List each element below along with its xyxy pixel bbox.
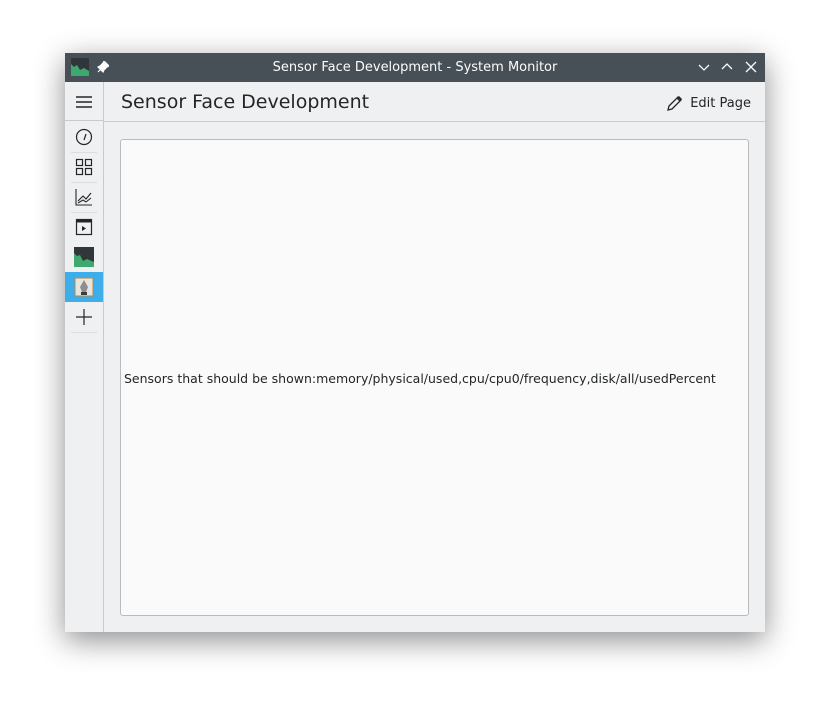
sensors-message: Sensors that should be shown:memory/phys… (124, 371, 716, 386)
gauge-icon (75, 128, 93, 146)
line-chart-icon (75, 189, 92, 206)
sidebar-item-applications[interactable] (65, 152, 103, 182)
grid-icon (75, 158, 93, 176)
sensor-face-card: Sensors that should be shown:memory/phys… (120, 139, 749, 616)
edit-page-button[interactable]: Edit Page (666, 94, 751, 112)
menu-icon (76, 96, 92, 108)
pen-document-icon (74, 277, 94, 297)
close-button[interactable] (742, 58, 760, 76)
minimize-button[interactable] (695, 58, 713, 76)
maximize-button[interactable] (718, 58, 736, 76)
sidebar-item-sensor-face-development[interactable] (65, 272, 103, 302)
edit-page-label: Edit Page (690, 95, 751, 111)
sidebar-item-processes[interactable] (65, 212, 103, 242)
pencil-icon (667, 96, 683, 111)
app-window: Sensor Face Development - System Monitor… (65, 53, 765, 632)
application-window-icon (75, 218, 93, 236)
divider (65, 120, 103, 121)
sidebar-item-system-monitor[interactable] (65, 242, 103, 272)
add-page-button[interactable] (65, 302, 103, 332)
title-bar[interactable]: Sensor Face Development - System Monitor (65, 53, 765, 82)
window-title: Sensor Face Development - System Monitor (272, 60, 558, 75)
add-icon (76, 309, 92, 325)
sidebar-item-history[interactable] (65, 182, 103, 212)
sidebar (65, 82, 104, 632)
sidebar-item-overview[interactable] (65, 122, 103, 152)
menu-button[interactable] (65, 87, 103, 117)
divider (71, 332, 97, 333)
page-title: Sensor Face Development (121, 91, 370, 113)
system-monitor-icon (74, 247, 94, 267)
page-header: Sensor Face Development Edit Page (104, 82, 765, 122)
